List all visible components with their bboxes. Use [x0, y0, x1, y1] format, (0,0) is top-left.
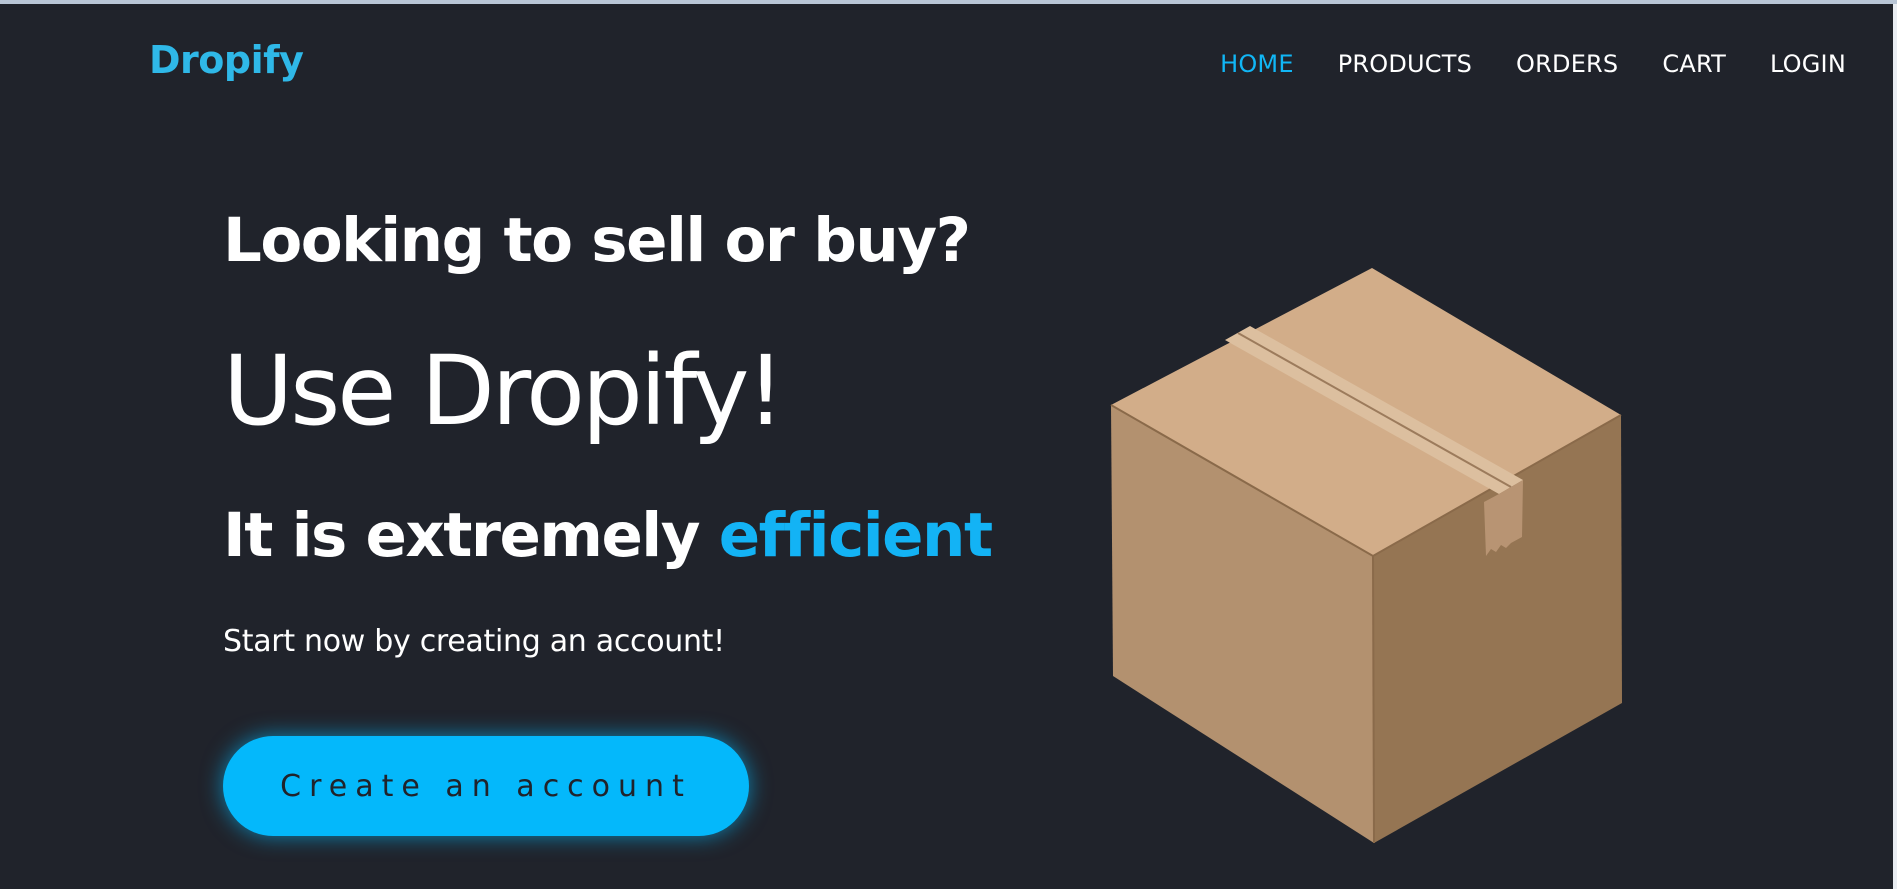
hero-headline: Use Dropify! [223, 335, 785, 447]
nav-products[interactable]: PRODUCTS [1338, 50, 1472, 78]
brand-logo[interactable]: Dropify [149, 38, 304, 82]
hero-claim-prefix: It is extremely [223, 500, 719, 571]
nav-login[interactable]: LOGIN [1770, 50, 1846, 78]
nav-home[interactable]: HOME [1220, 50, 1294, 78]
cardboard-box-icon [1110, 268, 1622, 844]
main-nav: HOME PRODUCTS ORDERS CART LOGIN [1220, 50, 1846, 78]
hero-question: Looking to sell or buy? [223, 205, 971, 276]
page-right-edge [1893, 4, 1897, 889]
hero-claim-accent: efficient [718, 500, 993, 571]
create-account-button[interactable]: Create an account [223, 736, 749, 836]
hero-claim: It is extremely efficient [223, 500, 993, 571]
hero-tagline: Start now by creating an account! [223, 624, 725, 659]
nav-cart[interactable]: CART [1662, 50, 1726, 78]
nav-orders[interactable]: ORDERS [1516, 50, 1618, 78]
